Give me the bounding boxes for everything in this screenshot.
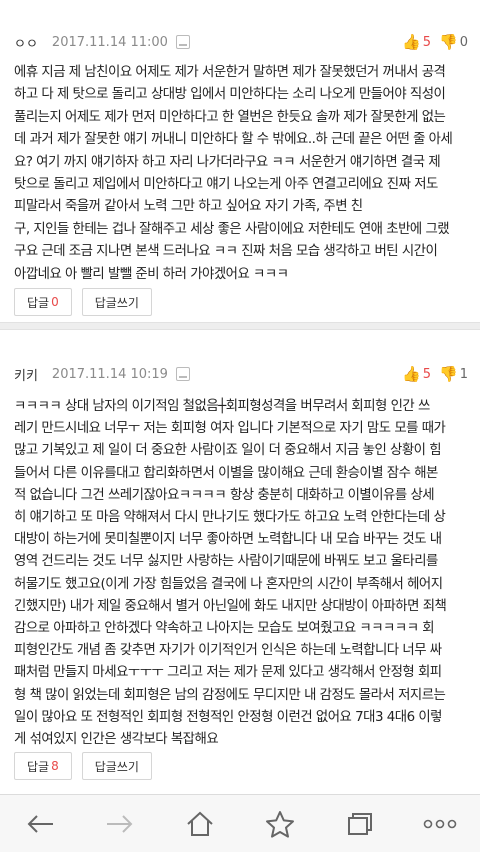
home-icon (187, 811, 213, 836)
thumbs-down-icon: 👎 (439, 33, 458, 51)
comment-line: 피형인간도 개념 좀 갖추면 자기가 이기적인거 인식은 하는데 노력합니다 너… (14, 643, 442, 659)
reply-button[interactable]: 답글 0 (14, 288, 72, 316)
comment-body: ㅋㅋㅋㅋ 상대 남자의 이기적임 철없음┼회피형성격을 버무려서 회피형 인간 … (14, 396, 468, 751)
comment-item: ㅇㅇ 2017.11.14 11:00 👍 5 👎 0 에휴 지금 제 남친이요… (0, 0, 480, 282)
comment-line: 형 책 많이 읽었는데 회피형은 남의 감정에도 무디지만 내 감정도 몰라서 … (14, 687, 446, 703)
write-reply-button[interactable]: 답글쓰기 (81, 288, 152, 316)
forward-button[interactable] (95, 804, 145, 844)
star-icon (266, 810, 294, 838)
vote-group: 👍 5 👎 0 (402, 33, 468, 51)
comment-line: 데 과거 제가 잘못한 얘기 꺼내니 미안하다 할 수 밖에요..하 근데 끝은… (14, 132, 453, 148)
reply-button[interactable]: 답글 8 (14, 752, 72, 780)
home-button[interactable] (175, 804, 225, 844)
back-button[interactable] (15, 804, 65, 844)
upvote-count: 5 (422, 366, 432, 382)
lock-icon (175, 35, 190, 49)
comment-line: 감으로 아파하고 안하겠다 약속하고 나아지는 모습도 보여줬고요 ㅋㅋㅋㅋㅋ … (14, 621, 435, 637)
comment-line: 구요 근데 조금 지나면 본색 드러나요 ㅋㅋ 진짜 처음 모습 생각하고 버틴… (14, 244, 438, 260)
comment-line: 피말라서 죽을꺼 같아서 노력 그만 하고 싶어요 자기 가족, 주변 친 (14, 199, 363, 215)
upvote-count: 5 (422, 34, 432, 50)
comment-line: 대방이 하는거에 못미칠뿐이지 너무 좋아하면 노력합니다 내 모습 바꾸는 것… (14, 532, 442, 548)
thumbs-down-icon: 👎 (439, 365, 458, 383)
comment-line: 에휴 지금 제 남친이요 어제도 제가 서운한거 말하면 제가 잘못했던거 꺼내… (14, 65, 446, 80)
comment-line: 하고 다 제 탓으로 돌리고 상대방 입에서 미안하다는 소리 나오게 만들어야… (14, 87, 446, 103)
comment-meta: ㅇㅇ 2017.11.14 11:00 👍 5 👎 0 (14, 28, 468, 56)
comment-author[interactable]: 키키 (14, 365, 38, 384)
downvote-button[interactable]: 👎 1 (439, 365, 468, 383)
thumbs-up-icon: 👍 (402, 33, 421, 51)
forward-arrow-icon (107, 814, 133, 833)
downvote-count: 0 (459, 34, 468, 50)
comment-line: 많고 기복있고 제 일이 더 중요한 사람이죠 일이 더 중요해서 지금 놓인 … (14, 443, 442, 459)
comment-date: 2017.11.14 10:19 (51, 366, 168, 382)
comment-line: 풀리는지 어제도 제가 먼저 미안하다고 한 열번은 한듯요 솔까 제가 잘못한… (14, 109, 446, 125)
comment-line: 영역 건드리는 것도 너무 싫지만 사랑하는 사람이기때문에 바꿔도 보고 울타… (14, 554, 438, 570)
comment-line: 아깝네요 아 빨리 발뺄 준비 하러 가야겠어요 ㅋㅋㅋ (14, 266, 289, 282)
browser-bottom-bar (0, 794, 480, 852)
write-reply-label: 답글쓰기 (94, 759, 139, 774)
reply-count: 8 (51, 759, 59, 773)
upvote-button[interactable]: 👍 5 (402, 33, 431, 51)
comment-line: 긴했지만) 내가 제일 중요해서 별거 아닌일에 화도 내지만 상대방이 아파하… (14, 598, 447, 614)
reply-label: 답글 (27, 759, 50, 774)
comment-actions: 답글 0 답글쓰기 (14, 288, 152, 316)
menu-button[interactable] (415, 804, 465, 844)
thumbs-up-icon: 👍 (402, 365, 421, 383)
upvote-button[interactable]: 👍 5 (402, 365, 431, 383)
reply-count: 0 (51, 295, 59, 309)
comment-line: 허물기도 했고요(이게 가장 힘들었음 결국에 나 혼자만의 시간이 부족해서 … (14, 576, 443, 592)
comment-line: ㅋㅋㅋㅋ 상대 남자의 이기적임 철없음┼회피형성격을 버무려서 회피형 인간 … (14, 399, 430, 414)
comment-line: 게 섞여있지 인간은 생각보다 복잡해요 (14, 732, 219, 748)
downvote-count: 1 (459, 366, 468, 382)
vote-group: 👍 5 👎 1 (402, 365, 468, 383)
comment-line: 들어서 다른 이유를대고 합리화하면서 이별을 많이해요 근데 환승이별 잠수 … (14, 465, 438, 481)
comment-author[interactable]: ㅇㅇ (14, 33, 38, 52)
more-dots-icon (423, 819, 457, 828)
comment-line: 요? 여기 까지 얘기하자 하고 자리 나가더라구요 ㅋㅋ 서운한거 얘기하면 … (14, 154, 441, 170)
tabs-icon (348, 812, 372, 835)
comment-meta: 키키 2017.11.14 10:19 👍 5 👎 1 (14, 360, 468, 388)
comment-line: 일이 많아요 또 전형적인 회피형 전형적인 안정형 이런건 없어요 7대3 4… (14, 709, 442, 725)
comment-line: 히 얘기하고 또 마음 약해져서 다시 만나기도 했다가도 하고요 노력 안한다… (14, 510, 446, 526)
comment-divider (0, 322, 480, 330)
comment-line: 적 없습니다 그건 쓰레기잖아요ㅋㅋㅋㅋ 항상 충분히 대화하고 이별이유를 상… (14, 487, 435, 503)
downvote-button[interactable]: 👎 0 (439, 33, 468, 51)
comment-line: 레기 만드시네요 너무ㅜ 저는 회피형 여자 입니다 기본적으로 자기 맘도 모… (14, 421, 446, 437)
comment-date: 2017.11.14 11:00 (51, 34, 168, 50)
comment-line: 패처럼 만들지 마세요ㅜㅜㅜ 그리고 저는 제가 문제 있다고 생각해서 안정형… (14, 665, 442, 681)
write-reply-label: 답글쓰기 (94, 295, 139, 310)
comment-line: 탓으로 돌리고 제입에서 미안하다고 얘기 나오는게 아주 연결고리에요 진짜 … (14, 177, 438, 193)
back-arrow-icon (27, 814, 53, 833)
comment-body: 에휴 지금 제 남친이요 어제도 제가 서운한거 말하면 제가 잘못했던거 꺼내… (14, 62, 468, 286)
lock-icon (175, 367, 190, 381)
write-reply-button[interactable]: 답글쓰기 (81, 752, 152, 780)
tabs-button[interactable] (335, 804, 385, 844)
bookmark-button[interactable] (255, 804, 305, 844)
comment-line: 구, 지인들 한테는 겁나 잘해주고 세상 좋은 사람이에요 저한테도 연애 초… (14, 221, 450, 237)
reply-label: 답글 (27, 295, 50, 310)
comment-actions: 답글 8 답글쓰기 (14, 752, 152, 780)
